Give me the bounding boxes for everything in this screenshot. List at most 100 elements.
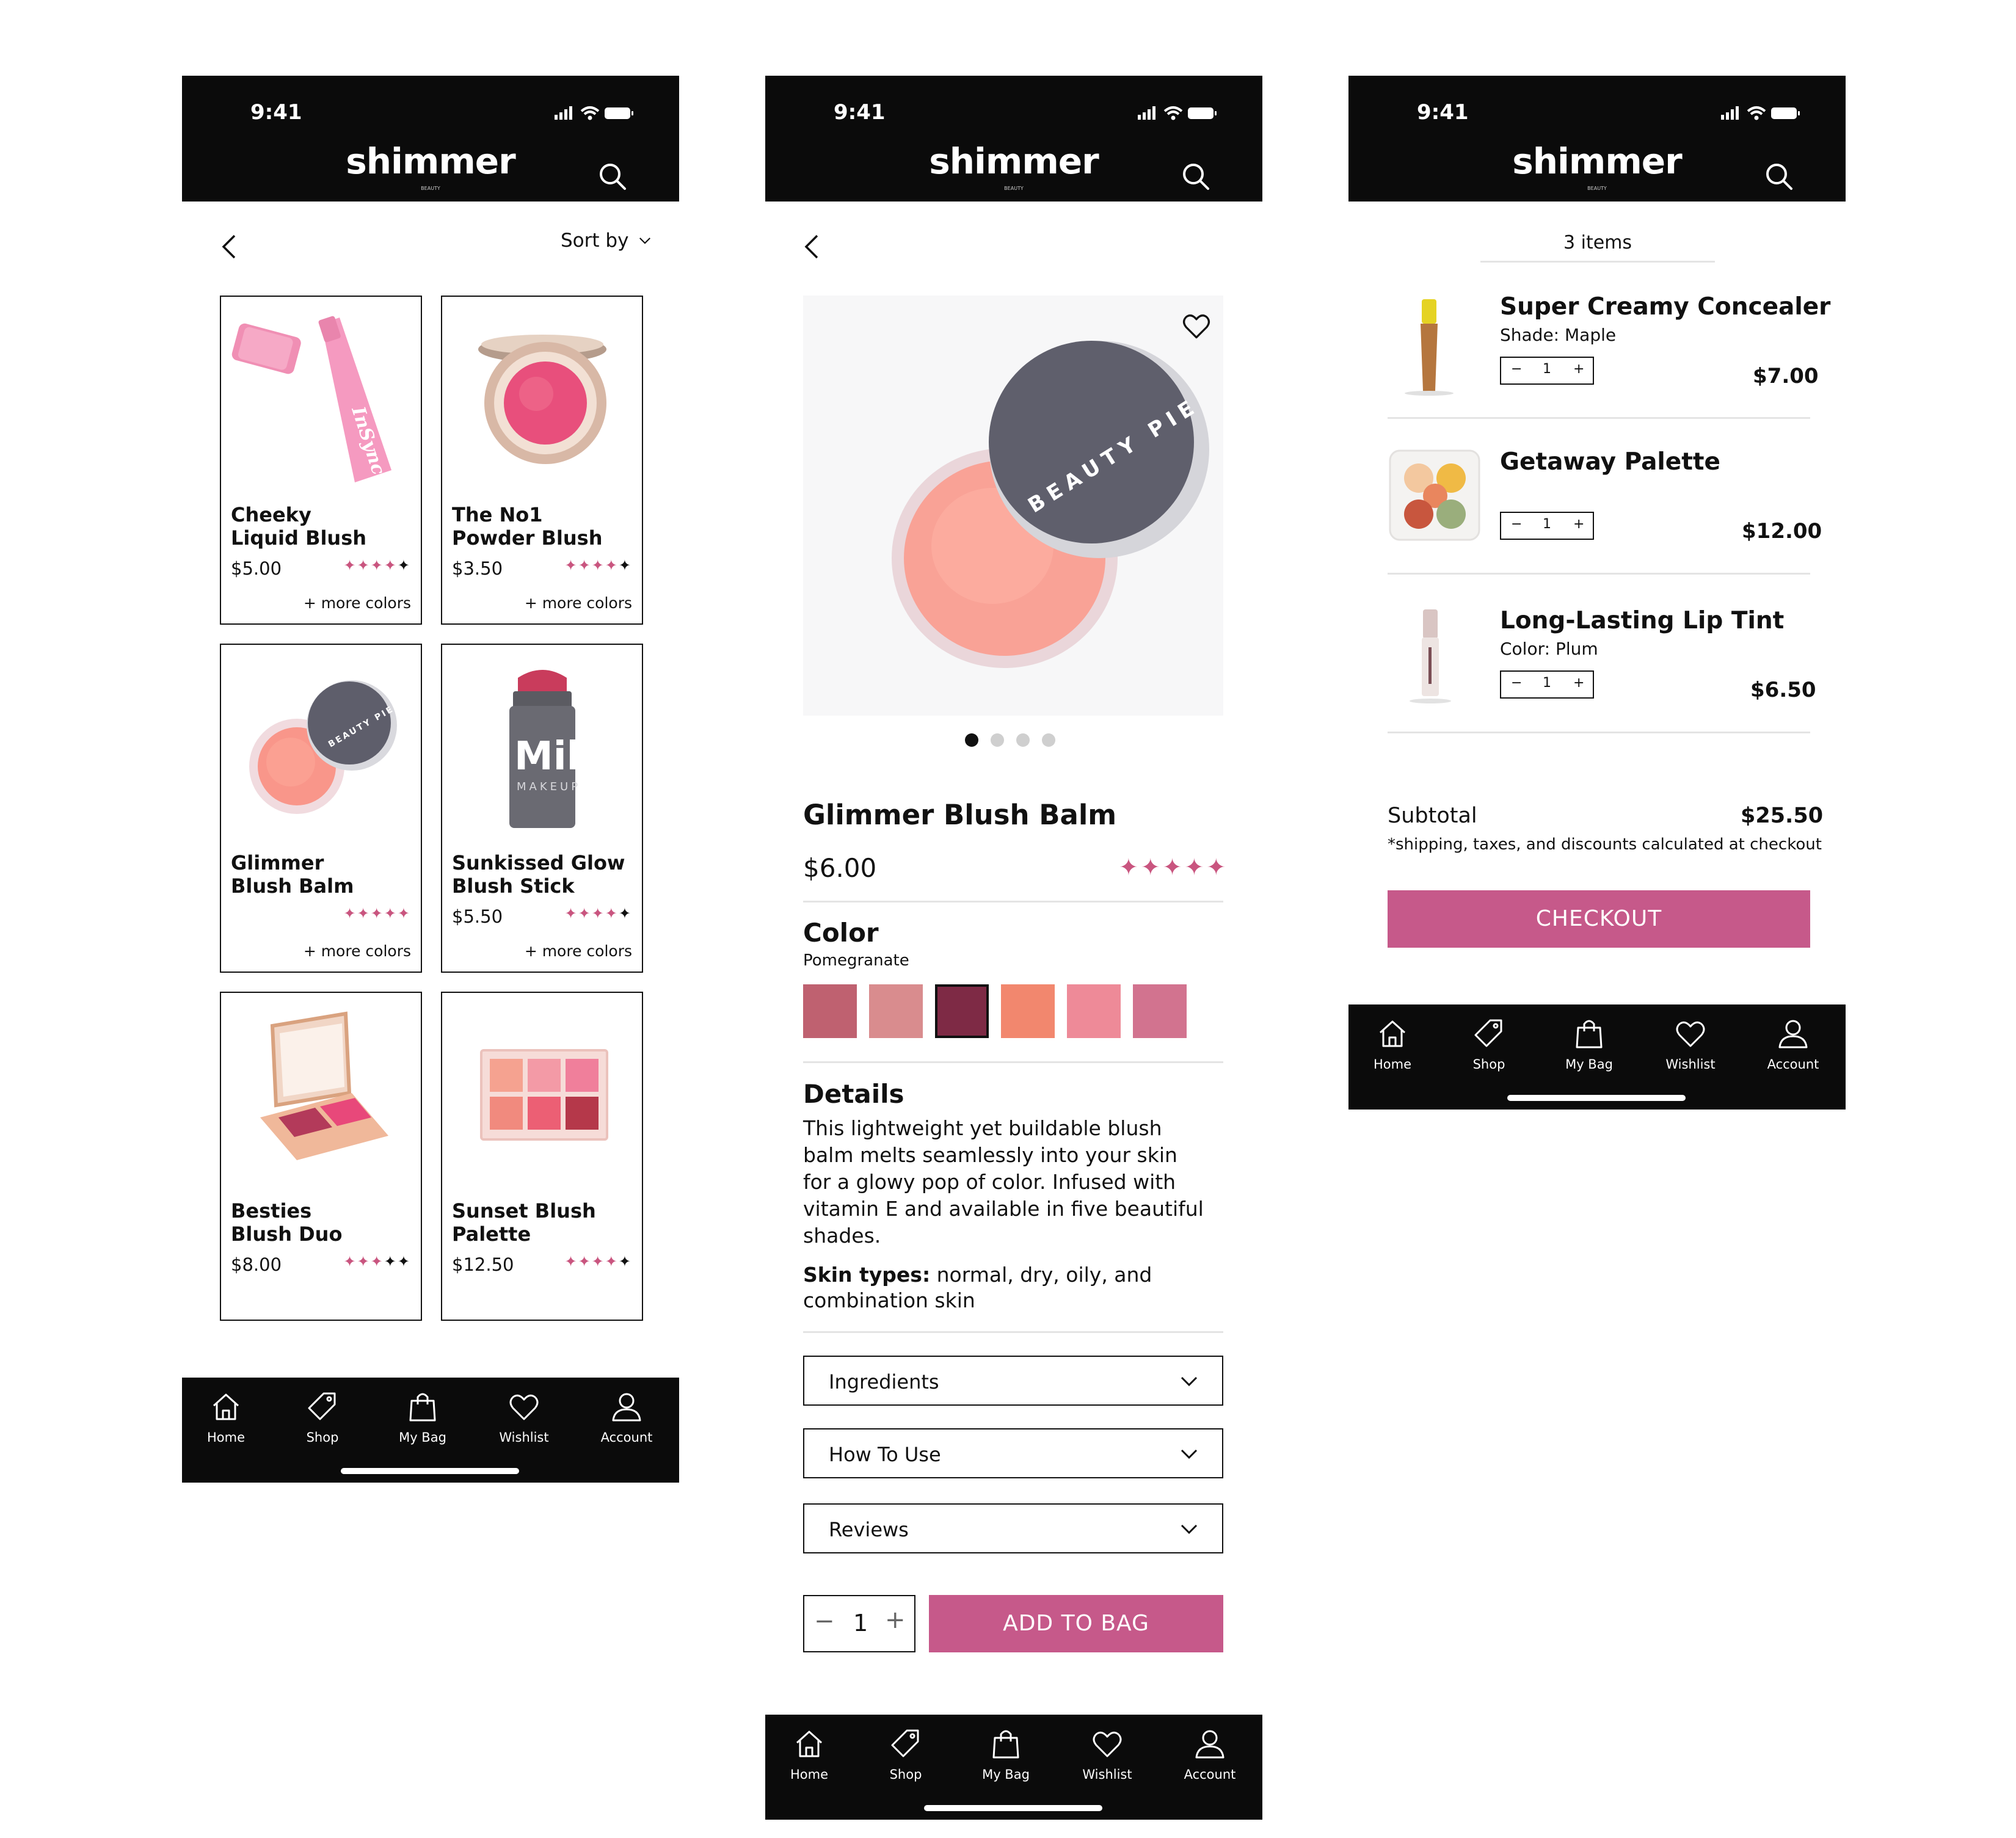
home-indicator[interactable] [924, 1805, 1102, 1811]
search-icon[interactable] [1181, 161, 1211, 192]
checkout-note: *shipping, taxes, and discounts calculat… [1388, 835, 1822, 854]
product-name: The No1 Powder Blush [452, 503, 635, 550]
search-icon[interactable] [597, 161, 628, 192]
wishlist-heart-icon[interactable] [1181, 310, 1212, 342]
rating-stars: ✦✦✦✦✦ [343, 905, 411, 922]
quantity-value[interactable]: 1 [1543, 675, 1551, 691]
color-swatch[interactable] [803, 984, 857, 1038]
product-card[interactable]: The No1 Powder Blush $3.50 ✦✦✦✦✦ + more c… [441, 296, 643, 625]
divider [803, 1331, 1223, 1333]
rating-stars: ✦✦✦✦✦ [564, 1253, 632, 1270]
bag-item-variant: Color: Plum [1500, 639, 1598, 659]
decrement-button[interactable]: − [1511, 675, 1522, 691]
bag-item-variant: Shade: Maple [1500, 325, 1617, 345]
nav-home[interactable]: Home [183, 1390, 269, 1445]
nav-my-bag[interactable]: My Bag [380, 1390, 465, 1445]
color-swatch-selected[interactable] [935, 984, 989, 1038]
color-swatch[interactable] [869, 984, 923, 1038]
status-icons [555, 104, 634, 122]
color-swatch[interactable] [1133, 984, 1187, 1038]
nav-shop[interactable]: Shop [1446, 1017, 1532, 1072]
color-swatch[interactable] [1067, 984, 1121, 1038]
back-arrow-icon[interactable] [800, 232, 822, 261]
checkout-button[interactable]: CHECKOUT [1388, 890, 1810, 948]
quantity-value[interactable]: 1 [1543, 517, 1551, 532]
nav-wishlist[interactable]: Wishlist [1648, 1017, 1733, 1072]
accordion-label: Ingredients [829, 1370, 939, 1393]
product-card[interactable]: BEAUTY PIE Glimmer Blush Balm ✦✦✦✦✦ + mor… [220, 644, 422, 973]
svg-text:Milk: Milk [514, 734, 607, 779]
increment-button[interactable]: + [1573, 517, 1584, 532]
product-card[interactable]: Milk MAKEUP Sunkissed Glow Blush Stick $5… [441, 644, 643, 973]
accordion-how-to-use[interactable]: How To Use [803, 1428, 1223, 1478]
blush-stick-image: Milk MAKEUP [509, 670, 607, 828]
product-name-line2: Powder Blush [452, 526, 603, 550]
product-card[interactable]: Besties Blush Duo $8.00 ✦✦✦✦✦ [220, 992, 422, 1321]
rating-stars: ✦✦✦✦✦ [564, 905, 632, 922]
nav-my-bag[interactable]: My Bag [1546, 1017, 1632, 1072]
home-indicator[interactable] [341, 1468, 519, 1474]
nav-wishlist[interactable]: Wishlist [481, 1390, 567, 1445]
carousel-dot[interactable] [965, 733, 978, 747]
nav-wishlist-label: Wishlist [1082, 1767, 1132, 1782]
product-card[interactable]: InSync Cheeky Liquid Blush $5.00 ✦✦✦✦✦ + … [220, 296, 422, 625]
bag-icon [989, 1727, 1023, 1761]
carousel-dot[interactable] [1016, 733, 1030, 747]
increment-button[interactable]: + [1573, 675, 1584, 691]
more-colors-link[interactable]: + more colors [304, 594, 411, 612]
quantity-value[interactable]: 1 [853, 1610, 868, 1636]
details-heading: Details [803, 1079, 904, 1109]
home-icon [792, 1727, 826, 1761]
nav-home[interactable]: Home [766, 1727, 852, 1782]
home-indicator[interactable] [1507, 1095, 1686, 1101]
color-selected-name: Pomegranate [803, 951, 909, 970]
nav-account[interactable]: Account [1750, 1017, 1836, 1072]
decrement-button[interactable]: − [1511, 517, 1522, 532]
product-name: Sunkissed Glow Blush Stick [452, 851, 635, 898]
increment-button[interactable]: + [885, 1606, 906, 1634]
sort-by-button[interactable]: Sort by [561, 230, 652, 252]
quantity-value[interactable]: 1 [1543, 361, 1551, 377]
more-colors-link[interactable]: + more colors [304, 942, 411, 960]
search-icon[interactable] [1764, 161, 1794, 192]
product-price: $8.00 [231, 1254, 282, 1275]
product-price: $12.50 [452, 1254, 514, 1275]
bottom-nav: Home Shop My Bag Wishlist Account [1348, 1004, 1846, 1110]
status-icons [1721, 104, 1800, 122]
nav-home[interactable]: Home [1350, 1017, 1435, 1072]
nav-my-bag-label: My Bag [399, 1430, 446, 1445]
nav-shop-label: Shop [1472, 1057, 1505, 1072]
nav-home-label: Home [206, 1430, 245, 1445]
nav-account[interactable]: Account [1167, 1727, 1253, 1782]
decrement-button[interactable]: − [814, 1607, 835, 1635]
bag-item-name: Long-Lasting Lip Tint [1500, 607, 1785, 634]
product-card[interactable]: Sunset Blush Palette $12.50 ✦✦✦✦✦ [441, 992, 643, 1321]
product-name-line1: Glimmer [231, 851, 324, 874]
accordion-reviews[interactable]: Reviews [803, 1503, 1223, 1553]
nav-wishlist-label: Wishlist [1665, 1057, 1716, 1072]
nav-shop[interactable]: Shop [863, 1727, 948, 1782]
chevron-down-icon [638, 234, 652, 247]
rating-stars: ✦✦✦✦✦ [343, 557, 411, 574]
decrement-button[interactable]: − [1511, 361, 1522, 377]
back-arrow-icon[interactable] [217, 232, 239, 261]
nav-shop[interactable]: Shop [280, 1390, 365, 1445]
nav-account[interactable]: Account [584, 1390, 669, 1445]
accordion-ingredients[interactable]: Ingredients [803, 1356, 1223, 1406]
carousel-dot[interactable] [1042, 733, 1055, 747]
carousel-dot[interactable] [991, 733, 1004, 747]
sort-by-label: Sort by [561, 230, 629, 252]
add-to-bag-button[interactable]: ADD TO BAG [929, 1595, 1223, 1652]
more-colors-link[interactable]: + more colors [525, 942, 632, 960]
increment-button[interactable]: + [1573, 361, 1584, 377]
nav-my-bag[interactable]: My Bag [963, 1727, 1049, 1782]
bottom-nav: Home Shop My Bag Wishlist Account [182, 1378, 679, 1483]
quantity-stepper: − 1 + [1500, 512, 1594, 540]
details-text: This lightweight yet buildable blush bal… [803, 1116, 1204, 1248]
color-swatch[interactable] [1001, 984, 1055, 1038]
more-colors-link[interactable]: + more colors [525, 594, 632, 612]
nav-wishlist[interactable]: Wishlist [1064, 1727, 1150, 1782]
powder-blush-image [478, 335, 606, 464]
bag-item-price: $7.00 [1753, 364, 1819, 388]
status-time: 9:41 [834, 100, 886, 125]
